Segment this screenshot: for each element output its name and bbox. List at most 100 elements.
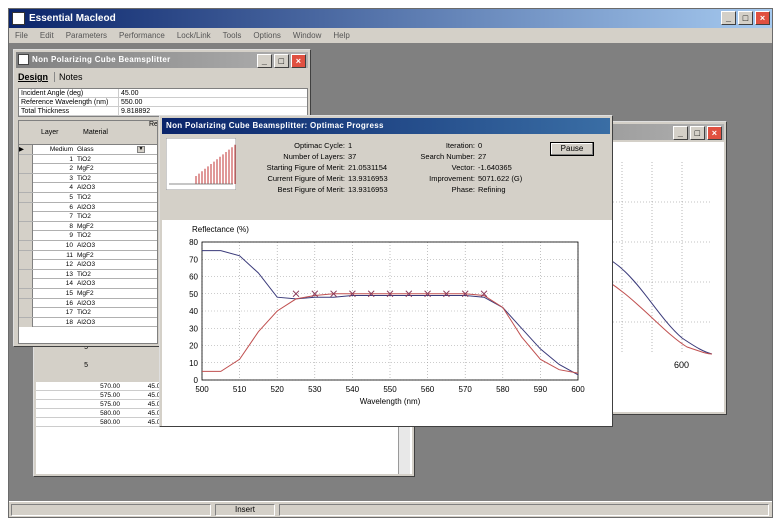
menu-window[interactable]: Window <box>293 28 321 43</box>
app-titlebar: Essential Macleod _ □ × <box>9 9 772 28</box>
row-selector[interactable] <box>19 231 33 241</box>
layer-material[interactable]: Al2O3 <box>77 299 147 308</box>
menu-edit[interactable]: Edit <box>40 28 54 43</box>
row-selector[interactable] <box>19 250 33 260</box>
row-selector[interactable] <box>19 173 33 183</box>
row-selector[interactable] <box>19 269 33 279</box>
y-tick-label: 10 <box>189 359 198 368</box>
layer-material[interactable]: Al2O3 <box>77 260 147 269</box>
row-selector[interactable] <box>19 154 33 164</box>
row-selector[interactable] <box>19 260 33 270</box>
maximize-icon[interactable]: □ <box>690 126 705 140</box>
close-icon[interactable]: × <box>707 126 722 140</box>
table-row[interactable]: 14 Al2O3 <box>19 279 157 289</box>
table-row[interactable]: 18 Al2O3 <box>19 317 157 328</box>
layer-number: 12 <box>65 261 73 269</box>
layer-material[interactable]: MgF2 <box>77 222 147 231</box>
minimize-icon[interactable]: _ <box>673 126 688 140</box>
table-row[interactable]: 7 TiO2 <box>19 212 157 222</box>
column-header-partial: Re <box>149 121 158 128</box>
table-row[interactable]: 4 Al2O3 <box>19 183 157 193</box>
row-selector[interactable] <box>19 183 33 193</box>
row-selector[interactable] <box>19 164 33 174</box>
row-selector[interactable] <box>19 308 33 318</box>
maximize-icon[interactable]: □ <box>274 54 289 68</box>
layer-material[interactable]: Al2O3 <box>77 203 147 212</box>
parameter-value[interactable]: 550.00 <box>119 98 142 106</box>
layer-material[interactable]: TiO2 <box>77 193 147 202</box>
minimize-icon[interactable]: _ <box>721 11 736 25</box>
menu-file[interactable]: File <box>15 28 28 43</box>
status-bar: Insert <box>9 501 772 517</box>
layer-material[interactable]: MgF2 <box>77 251 147 260</box>
layer-material[interactable]: MgF2 <box>77 289 147 298</box>
row-selector[interactable] <box>19 279 33 289</box>
row-selector[interactable] <box>19 298 33 308</box>
x-tick-label: 530 <box>308 385 322 394</box>
row-selector[interactable] <box>19 221 33 231</box>
app-window: Essential Macleod _ □ × File Edit Parame… <box>8 8 773 518</box>
table-row[interactable]: 13 TiO2 <box>19 269 157 280</box>
layer-number: 8 <box>69 222 73 230</box>
layer-material[interactable]: MgF2 <box>77 164 147 173</box>
close-icon[interactable]: × <box>291 54 306 68</box>
tab-notes[interactable]: Notes <box>54 72 83 82</box>
table-row[interactable]: 8 MgF2 <box>19 221 157 232</box>
row-selector[interactable] <box>19 289 33 298</box>
table-row[interactable]: 16 Al2O3 <box>19 298 157 309</box>
table-row[interactable]: 5 TiO2 <box>19 193 157 203</box>
table-row[interactable]: 15 MgF2 <box>19 289 157 299</box>
row-selector[interactable] <box>19 202 33 212</box>
table-row[interactable]: 10 Al2O3 <box>19 241 157 251</box>
pause-button[interactable]: Pause <box>550 142 594 156</box>
layer-material[interactable]: TiO2 <box>77 231 147 240</box>
menu-parameters[interactable]: Parameters <box>66 28 107 43</box>
row-selector[interactable] <box>19 317 33 327</box>
tick-600: 600 <box>674 360 689 370</box>
layer-material[interactable]: TiO2 <box>77 174 147 183</box>
row-selector[interactable] <box>19 193 33 202</box>
tab-design[interactable]: Design <box>18 72 48 82</box>
table-row[interactable]: ▶ Medium Glass ▼ <box>19 145 157 155</box>
menu-tools[interactable]: Tools <box>223 28 242 43</box>
layer-number: 3 <box>69 174 73 182</box>
parameter-value[interactable]: 9.818892 <box>119 107 150 115</box>
target-wavelength: 575.00 <box>100 392 120 399</box>
layer-material[interactable]: Al2O3 <box>77 183 147 192</box>
layer-material[interactable]: Al2O3 <box>77 279 147 288</box>
menu-help[interactable]: Help <box>333 28 349 43</box>
progress-field: Starting Figure of Merit: 21.0531154 <box>240 162 410 173</box>
menu-performance[interactable]: Performance <box>119 28 165 43</box>
menu-lock-link[interactable]: Lock/Link <box>177 28 211 43</box>
table-row[interactable]: 9 TiO2 <box>19 231 157 241</box>
layer-material[interactable]: Al2O3 <box>77 241 147 250</box>
row-selector[interactable] <box>19 212 33 222</box>
layer-material[interactable]: TiO2 <box>77 212 147 221</box>
layer-material[interactable]: TiO2 <box>77 308 147 317</box>
table-row[interactable]: 17 TiO2 <box>19 308 157 318</box>
table-row[interactable]: 1 TiO2 <box>19 154 157 165</box>
layer-material[interactable]: Al2O3 <box>77 318 147 327</box>
document-icon <box>18 54 29 65</box>
progress-field-value: 0 <box>478 141 483 150</box>
x-tick-label: 570 <box>459 385 473 394</box>
close-icon[interactable]: × <box>755 11 770 25</box>
table-row[interactable]: 2 MgF2 <box>19 164 157 174</box>
layer-material[interactable]: TiO2 <box>77 155 147 164</box>
table-row[interactable]: 6 Al2O3 <box>19 202 157 213</box>
progress-field: Number of Layers: 37 <box>240 151 410 162</box>
row-selector[interactable]: ▶ <box>19 145 33 154</box>
chevron-down-icon[interactable]: ▼ <box>137 146 145 153</box>
menu-options[interactable]: Options <box>253 28 281 43</box>
minimize-icon[interactable]: _ <box>257 54 272 68</box>
design-window-title: Non Polarizing Cube Beamsplitter <box>32 55 171 64</box>
table-row[interactable]: 3 TiO2 <box>19 173 157 184</box>
table-row[interactable]: 12 Al2O3 <box>19 260 157 270</box>
table-row[interactable]: 11 MgF2 <box>19 250 157 261</box>
reflectance-chart: Reflectance (%)500 510 520 530 540 550 560 570 5… <box>189 225 585 406</box>
row-selector[interactable] <box>19 241 33 250</box>
maximize-icon[interactable]: □ <box>738 11 753 25</box>
parameter-value[interactable]: 45.00 <box>119 89 139 97</box>
x-tick-label: 550 <box>383 385 397 394</box>
layer-material[interactable]: TiO2 <box>77 270 147 279</box>
